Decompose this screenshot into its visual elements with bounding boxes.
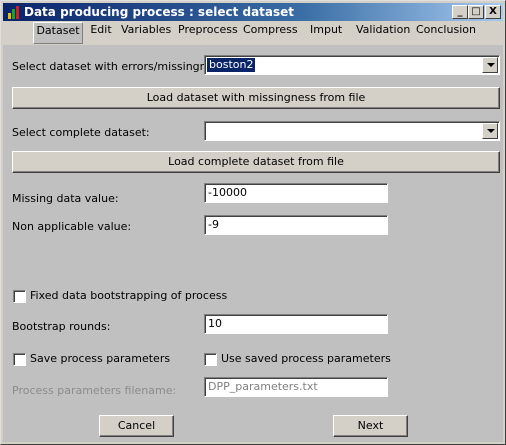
tab-imput[interactable]: Imput xyxy=(310,22,342,44)
load-complete-button[interactable]: Load complete dataset from file xyxy=(12,151,500,173)
next-button[interactable]: Next xyxy=(333,415,408,437)
save-params-label[interactable]: Save process parameters xyxy=(30,352,170,365)
nonapplicable-value-input[interactable]: -9 xyxy=(204,215,388,235)
errors-dataset-label: Select dataset with errors/missingness: xyxy=(12,60,229,73)
tab-conclusion[interactable]: Conclusion xyxy=(416,22,476,44)
errors-dataset-combo[interactable]: boston2 xyxy=(204,55,500,75)
complete-dataset-combo[interactable] xyxy=(204,121,500,141)
params-filename-input: DPP_parameters.txt xyxy=(204,377,388,397)
complete-dataset-label: Select complete dataset: xyxy=(12,126,150,139)
bootstrap-rounds-label: Bootstrap rounds: xyxy=(12,320,111,333)
tab-validation[interactable]: Validation xyxy=(356,22,410,44)
missing-value-input[interactable]: -10000 xyxy=(204,183,388,203)
use-saved-params-checkbox[interactable] xyxy=(204,353,217,366)
maximize-button[interactable]: □ xyxy=(468,5,484,19)
dataset-panel: Select dataset with errors/missingness: … xyxy=(3,45,503,442)
dropdown-arrow-icon[interactable] xyxy=(482,57,498,73)
minimize-button[interactable]: _ xyxy=(452,5,468,19)
dialog-window: Data producing process : select dataset … xyxy=(0,0,506,445)
fixed-bootstrap-checkbox[interactable] xyxy=(13,290,26,303)
save-params-checkbox[interactable] xyxy=(13,353,26,366)
title-bar[interactable]: Data producing process : select dataset … xyxy=(3,3,503,21)
bootstrap-rounds-input[interactable]: 10 xyxy=(204,314,388,334)
missing-value-label: Missing data value: xyxy=(12,192,119,205)
params-filename-label: Process parameters filename: xyxy=(12,384,177,397)
tab-preprocess[interactable]: Preprocess xyxy=(178,22,238,44)
app-icon xyxy=(8,6,19,19)
tab-variables[interactable]: Variables xyxy=(121,22,171,44)
errors-dataset-value: boston2 xyxy=(207,58,256,72)
tab-edit[interactable]: Edit xyxy=(88,22,114,44)
fixed-bootstrap-label[interactable]: Fixed data bootstrapping of process xyxy=(30,289,227,302)
use-saved-params-label[interactable]: Use saved process parameters xyxy=(221,352,391,365)
nonapplicable-value-label: Non applicable value: xyxy=(12,220,132,233)
dropdown-arrow-icon[interactable] xyxy=(482,123,498,139)
cancel-button[interactable]: Cancel xyxy=(99,415,174,437)
tab-compress[interactable]: Compress xyxy=(243,22,298,44)
window-title: Data producing process : select dataset xyxy=(24,5,295,19)
tab-dataset[interactable]: Dataset xyxy=(33,22,83,44)
close-button[interactable]: X xyxy=(485,5,501,19)
load-errors-button[interactable]: Load dataset with missingness from file xyxy=(12,87,500,109)
